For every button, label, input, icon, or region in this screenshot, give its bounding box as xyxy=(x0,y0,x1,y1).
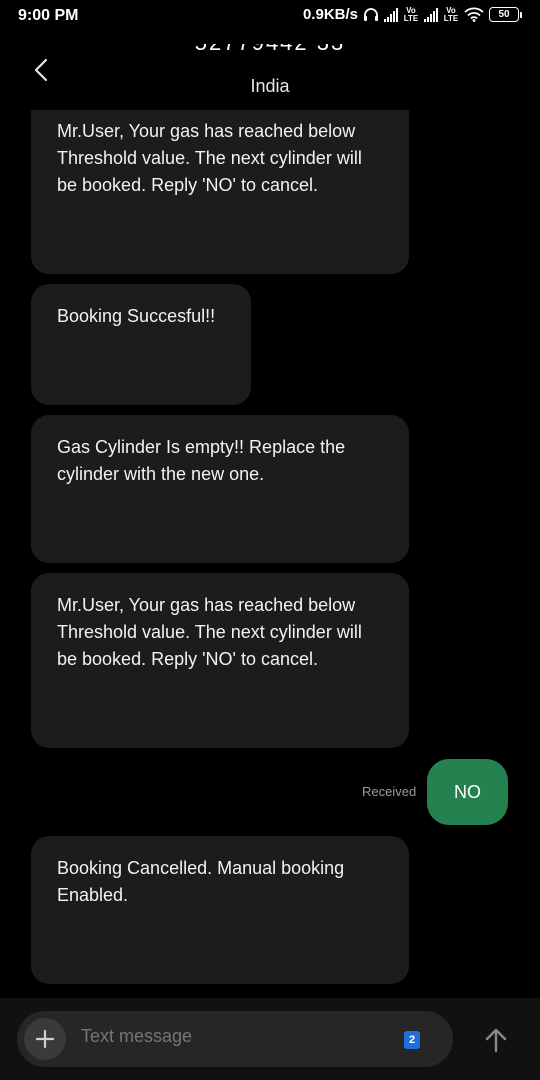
conversation-header: 52779442 33 India xyxy=(0,34,540,110)
message-text: Mr.User, Your gas has reached below Thre… xyxy=(57,121,362,195)
received-message[interactable]: Mr.User, Your gas has reached below Thre… xyxy=(31,573,409,748)
contact-location: India xyxy=(250,76,290,96)
message-composer: 2 xyxy=(0,998,540,1080)
received-message[interactable]: Booking Cancelled. Manual booking Enable… xyxy=(31,836,409,984)
sim-selector-badge[interactable]: 2 xyxy=(404,1031,420,1049)
status-icons: 0.9KB/s Vo LTE Vo LTE 50 xyxy=(303,6,522,23)
signal-icon-sim2 xyxy=(424,7,438,22)
compose-field: 2 xyxy=(17,1011,453,1067)
battery-level: 50 xyxy=(489,7,519,22)
message-text: Booking Succesful!! xyxy=(57,306,216,326)
received-message[interactable]: Booking Succesful!! xyxy=(31,284,251,405)
send-button[interactable] xyxy=(476,1020,516,1060)
add-attachment-button[interactable] xyxy=(24,1018,66,1060)
sent-message[interactable]: NO xyxy=(427,759,508,825)
network-speed: 0.9KB/s xyxy=(302,6,358,23)
volte-icon-sim1: Vo LTE xyxy=(403,5,419,23)
contact-number: 52779442 33 xyxy=(0,44,540,54)
message-text: NO xyxy=(454,781,481,802)
message-text: Booking Cancelled. Manual booking Enable… xyxy=(57,858,345,905)
delivery-status: Received xyxy=(362,784,417,799)
status-time: 9:00 PM xyxy=(18,7,79,24)
received-message[interactable]: Gas Cylinder Is empty!! Replace the cyli… xyxy=(31,415,409,563)
message-text: Mr.User, Your gas has reached below Thre… xyxy=(57,595,362,669)
wifi-icon xyxy=(464,7,484,22)
battery-icon: 50 xyxy=(489,7,522,22)
message-text: Gas Cylinder Is empty!! Replace the cyli… xyxy=(57,437,346,484)
message-input[interactable] xyxy=(81,1026,381,1047)
send-arrow-icon xyxy=(485,1028,507,1053)
plus-icon xyxy=(35,1029,55,1049)
volte-icon-sim2: Vo LTE xyxy=(443,5,459,23)
signal-icon-sim1 xyxy=(384,7,398,22)
received-message[interactable]: Mr.User, Your gas has reached below Thre… xyxy=(31,109,409,274)
status-bar: 9:00 PM 0.9KB/s Vo LTE Vo LTE 50 xyxy=(0,0,540,34)
headset-icon xyxy=(364,8,378,21)
